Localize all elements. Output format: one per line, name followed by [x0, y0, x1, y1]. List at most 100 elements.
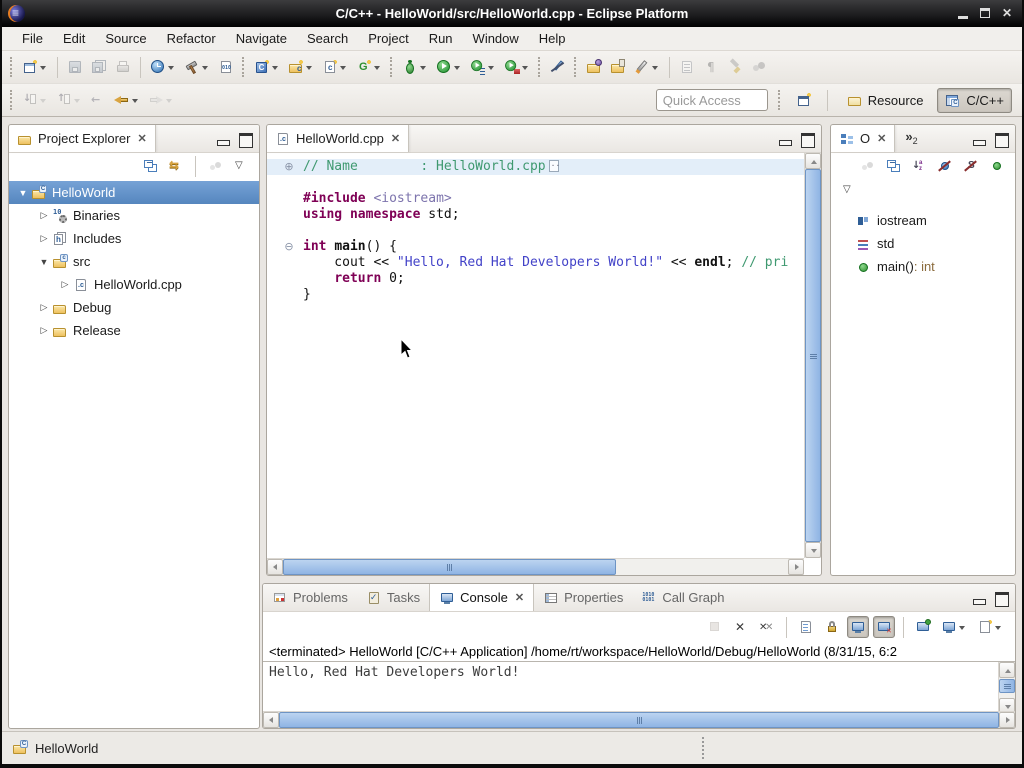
hidden-tabs-chevron[interactable]: »2 — [895, 125, 925, 152]
hide-fields-button[interactable] — [934, 155, 956, 177]
scroll-thumb[interactable] — [283, 559, 616, 575]
maximize-view-button[interactable] — [992, 131, 1010, 147]
external-tools-button[interactable] — [501, 55, 533, 80]
code-editor[interactable]: ⊕// Name : HelloWorld.cpp#include <iostr… — [267, 153, 804, 558]
fold-minus-icon[interactable]: ⊖ — [281, 239, 297, 255]
show-stdout-button[interactable] — [847, 616, 869, 638]
toolbar-handle[interactable] — [778, 90, 782, 110]
tab-problems[interactable]: Problems — [263, 584, 357, 611]
dropdown-arrow-icon[interactable] — [200, 59, 210, 75]
menu-file[interactable]: File — [12, 28, 53, 49]
new-wizard-button[interactable] — [19, 55, 51, 80]
search-button[interactable] — [631, 55, 663, 80]
close-icon[interactable]: ✕ — [137, 132, 146, 145]
maximize-editor-button[interactable] — [798, 131, 816, 147]
dropdown-arrow-icon[interactable] — [166, 59, 176, 75]
tree-item-includes[interactable]: ▷Includes — [9, 227, 259, 250]
run-history-button[interactable] — [467, 55, 499, 80]
scroll-lock-button[interactable] — [821, 616, 843, 638]
tree-item-binaries[interactable]: ▷Binaries — [9, 204, 259, 227]
close-icon[interactable]: ✕ — [391, 132, 400, 145]
maximize-view-button[interactable] — [236, 131, 254, 147]
toolbar-handle[interactable] — [538, 57, 542, 77]
window-minimize-button[interactable] — [958, 16, 968, 19]
open-task-button[interactable] — [607, 55, 629, 80]
scroll-down-button[interactable] — [805, 542, 821, 558]
new-class-button[interactable] — [353, 55, 385, 80]
status-sash-handle[interactable] — [702, 737, 704, 759]
scroll-thumb[interactable] — [805, 169, 821, 542]
tree-item-release[interactable]: ▷Release — [9, 319, 259, 342]
scroll-up-button[interactable] — [999, 662, 1015, 678]
console-output-area[interactable]: Hello, Red Hat Developers World! — [263, 662, 1015, 714]
tab-call-graph[interactable]: Call Graph — [632, 584, 733, 611]
hide-static-button[interactable] — [960, 155, 982, 177]
scroll-left-button[interactable] — [263, 712, 279, 728]
dropdown-arrow-icon[interactable] — [130, 92, 140, 108]
scroll-right-button[interactable] — [999, 712, 1015, 728]
menu-refactor[interactable]: Refactor — [157, 28, 226, 49]
minimize-view-button[interactable] — [970, 131, 988, 147]
twistie-icon[interactable]: ▷ — [36, 302, 52, 313]
dropdown-arrow-icon[interactable] — [418, 59, 428, 75]
close-icon[interactable]: ✕ — [515, 591, 524, 604]
new-c-file-button[interactable] — [319, 55, 351, 80]
view-menu-button[interactable] — [838, 179, 860, 201]
dropdown-arrow-icon[interactable] — [38, 59, 48, 75]
toolbar-handle[interactable] — [390, 57, 394, 77]
new-c-project-button[interactable] — [251, 55, 283, 80]
dropdown-arrow-icon[interactable] — [452, 59, 462, 75]
tab-helloworld-cpp[interactable]: HelloWorld.cpp ✕ — [267, 125, 409, 152]
toolbar-handle[interactable] — [574, 57, 578, 77]
scroll-track[interactable] — [616, 559, 788, 575]
resource-perspective-button[interactable]: Resource — [839, 88, 932, 113]
new-c-folder-button[interactable] — [285, 55, 317, 80]
menu-edit[interactable]: Edit — [53, 28, 95, 49]
open-console-button[interactable] — [974, 616, 1006, 638]
dropdown-arrow-icon[interactable] — [486, 59, 496, 75]
sort-button[interactable] — [908, 155, 930, 177]
dropdown-arrow-icon[interactable] — [338, 59, 348, 75]
quick-access-input[interactable] — [656, 89, 768, 111]
tree-item-helloworld-cpp[interactable]: ▷HelloWorld.cpp — [9, 273, 259, 296]
outline-item-main-[interactable]: main() : int — [831, 255, 1015, 278]
show-stderr-button[interactable] — [873, 616, 895, 638]
menu-source[interactable]: Source — [95, 28, 156, 49]
debug-button[interactable] — [399, 55, 431, 80]
dropdown-arrow-icon[interactable] — [993, 619, 1003, 635]
hide-nonpublic-button[interactable] — [986, 155, 1008, 177]
collapse-all-button[interactable] — [139, 155, 161, 177]
twistie-icon[interactable]: ▷ — [36, 325, 52, 336]
collapse-all-button[interactable] — [882, 155, 904, 177]
twistie-icon[interactable]: ▼ — [36, 257, 52, 267]
minimize-view-button[interactable] — [214, 131, 232, 147]
fold-plus-icon[interactable]: ⊕ — [281, 159, 297, 175]
maximize-view-button[interactable] — [992, 590, 1010, 606]
outline-item-iostream[interactable]: iostream — [831, 209, 1015, 232]
menu-navigate[interactable]: Navigate — [226, 28, 297, 49]
cpp-perspective-button[interactable]: C/C++ — [937, 88, 1012, 113]
dropdown-arrow-icon[interactable] — [304, 59, 314, 75]
run-button[interactable] — [433, 55, 465, 80]
tab-outline[interactable]: O ✕ — [831, 125, 895, 152]
dropdown-arrow-icon[interactable] — [520, 59, 530, 75]
twistie-icon[interactable]: ▼ — [15, 188, 31, 198]
twistie-icon[interactable]: ▷ — [57, 279, 73, 290]
tab-project-explorer[interactable]: Project Explorer ✕ — [9, 125, 156, 152]
minimize-editor-button[interactable] — [776, 131, 794, 147]
display-console-button[interactable] — [938, 616, 970, 638]
menu-run[interactable]: Run — [419, 28, 463, 49]
binary-button[interactable] — [215, 55, 237, 80]
tree-item-helloworld[interactable]: ▼HelloWorld — [9, 181, 259, 204]
scroll-up-button[interactable] — [805, 153, 821, 169]
tab-tasks[interactable]: Tasks — [357, 584, 429, 611]
clear-console-button[interactable] — [795, 616, 817, 638]
minimize-view-button[interactable] — [970, 590, 988, 606]
toolbar-handle[interactable] — [242, 57, 246, 77]
twistie-icon[interactable]: ▷ — [36, 233, 52, 244]
tree-item-debug[interactable]: ▷Debug — [9, 296, 259, 319]
mark-occurrences-button[interactable] — [547, 55, 569, 80]
link-editor-button[interactable] — [165, 155, 187, 177]
dropdown-arrow-icon[interactable] — [270, 59, 280, 75]
pulldown-button[interactable] — [230, 155, 252, 177]
